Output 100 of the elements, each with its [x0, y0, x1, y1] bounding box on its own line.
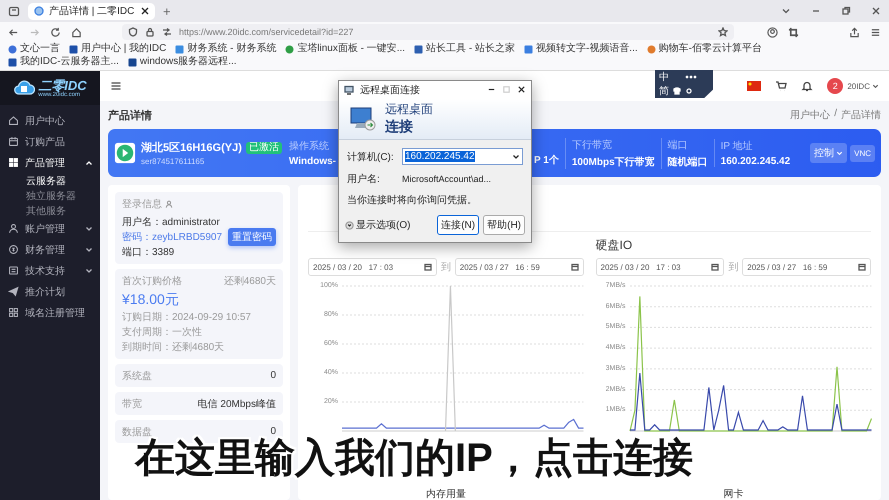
flag-icon[interactable]: [747, 81, 762, 91]
spec-label: 端口: [668, 138, 689, 152]
bookmark-icon: [69, 44, 78, 54]
user-menu[interactable]: 20IDC: [847, 82, 879, 90]
bookmark[interactable]: 站长工具 - 站长之家: [414, 43, 515, 55]
user-icon: [165, 200, 173, 208]
globe-icon: [34, 6, 44, 16]
tab-list-icon[interactable]: [8, 5, 20, 17]
order-detail: 订购日期：2024-09-29 10:57: [122, 310, 252, 324]
close-icon[interactable]: [141, 7, 149, 15]
date-field[interactable]: 2025 / 03 / 27 16 : 59: [454, 258, 584, 276]
shirt-icon[interactable]: [673, 87, 681, 95]
date-field[interactable]: 2025 / 03 / 27 16 : 59: [742, 258, 871, 276]
bookmark[interactable]: 购物车-佰零云计算平台: [646, 43, 762, 55]
bookmark[interactable]: 文心一言: [8, 43, 60, 55]
credential-text: 端口：3389: [122, 246, 176, 259]
shield-icon: [128, 27, 138, 37]
breadcrumb-link[interactable]: 用户中心: [790, 108, 830, 122]
sidebar-item[interactable]: 用户中心: [0, 110, 100, 131]
connect-button[interactable]: 连接(N): [437, 215, 480, 235]
share-icon[interactable]: [849, 26, 860, 38]
user-icon: [8, 223, 19, 234]
sidebar-item[interactable]: 技术支持: [0, 260, 100, 281]
back-icon[interactable]: [8, 26, 19, 38]
close-icon[interactable]: [517, 85, 526, 94]
chart-caption: 内存用量: [424, 488, 467, 500]
show-options-toggle[interactable]: 显示选项(O): [345, 218, 434, 232]
sidebar-item[interactable]: 财务管理: [0, 239, 100, 260]
spec-value: P 1个: [534, 154, 559, 167]
lock-icon: [145, 27, 155, 37]
caret-icon: [872, 82, 879, 90]
star-icon[interactable]: [718, 27, 728, 37]
sidebar-item[interactable]: 订购产品: [0, 131, 100, 152]
grid-icon: [8, 157, 19, 168]
bookmark[interactable]: 我的IDC-云服务器主...: [8, 56, 119, 68]
resource-value: 电信 20Mbps峰值: [198, 398, 276, 410]
sidebar-subitem[interactable]: 其他服务: [0, 203, 100, 218]
new-tab-button[interactable]: +: [163, 4, 171, 18]
dialog-note: 当你连接时将向你询问凭据。: [347, 194, 478, 207]
breadcrumb-link[interactable]: 产品详情: [841, 108, 881, 122]
help-button[interactable]: 帮助(H): [483, 215, 525, 235]
range-separator: 到: [440, 261, 451, 274]
resource-label: 数据盘: [122, 426, 152, 438]
reload-icon[interactable]: [50, 26, 61, 38]
bookmark[interactable]: windows服务器远程...: [128, 56, 237, 68]
range-separator: 到: [728, 261, 738, 274]
address-bar[interactable]: https://www.20idc.com/servicedetail?id=227: [122, 24, 734, 40]
spec-value: Windows-: [288, 156, 336, 167]
date-field[interactable]: 2025 / 03 / 20 17 : 03: [596, 258, 724, 276]
close-icon[interactable]: [871, 6, 881, 16]
send-icon: [8, 286, 19, 297]
dialog-heading: 远程桌面: [385, 101, 433, 118]
order-detail: 支付周期：一次性: [122, 326, 203, 339]
input-mode[interactable]: 中: [659, 70, 669, 84]
coin-icon: [8, 244, 19, 255]
order-detail: 到期时间：还剩4680天: [122, 340, 226, 354]
sidebar-item[interactable]: 产品管理: [0, 152, 100, 173]
logo-text: 二零IDC: [38, 78, 87, 92]
reset-password-button[interactable]: 重置密码: [228, 228, 276, 246]
sidebar-subitem[interactable]: 独立服务器: [0, 188, 100, 203]
restore-icon[interactable]: [841, 6, 851, 16]
bookmark[interactable]: 用户中心 | 我的IDC: [69, 43, 166, 55]
menu-icon[interactable]: [110, 80, 122, 92]
server-name: 湖北5区16H16G(YJ): [141, 140, 242, 155]
play-icon[interactable]: [114, 142, 136, 164]
avatar[interactable]: 2: [827, 78, 844, 94]
bookmark[interactable]: 财务系统 - 财务系统: [175, 43, 276, 55]
bell-icon[interactable]: [801, 80, 814, 92]
control-dropdown[interactable]: 控制: [810, 143, 848, 163]
remaining-days: 还剩4680天: [224, 274, 276, 288]
bookmark[interactable]: 宝塔linux面板 - 一键安...: [285, 43, 406, 55]
credential-text: 密码：zeybLRBD5907: [122, 230, 224, 244]
sidebar-item[interactable]: 域名注册管理: [0, 302, 100, 323]
chevron-down-icon[interactable]: [781, 6, 791, 16]
crop-icon[interactable]: [788, 26, 799, 38]
computer-field[interactable]: 160.202.245.42: [402, 148, 523, 165]
bookmark-icon: [524, 44, 533, 54]
document-icon: [8, 265, 19, 276]
cloud-logo-icon: [13, 79, 36, 97]
bookmark[interactable]: 视频转文字-视频语音...: [524, 43, 638, 55]
chart-title: 硬盘IO: [596, 236, 632, 254]
menu-icon[interactable]: [870, 26, 881, 38]
sidebar-subitem[interactable]: 云服务器: [0, 173, 100, 188]
date-field[interactable]: 2025 / 03 / 20 17 : 03: [308, 258, 437, 276]
account-icon[interactable]: [767, 26, 778, 38]
browser-tab[interactable]: 产品详情 | 二零IDC: [28, 2, 155, 20]
spec-label: 下行带宽: [572, 138, 613, 152]
script-mode[interactable]: 简: [659, 84, 669, 98]
bookmark-icon: [646, 44, 656, 54]
user-value: MicrosoftAccount\ad...: [402, 174, 492, 184]
home-icon[interactable]: [71, 26, 82, 38]
field-label: 计算机(C):: [347, 150, 395, 164]
bookmark-icon: [128, 58, 137, 66]
remote-desktop-icon: [344, 84, 354, 94]
spec-label: IP 地址: [720, 140, 754, 153]
dropdown-icon[interactable]: [512, 152, 520, 160]
vnc-button[interactable]: VNC: [850, 144, 875, 162]
sidebar-item[interactable]: 账户管理: [0, 218, 100, 239]
chart-caption: 网卡: [722, 488, 744, 500]
sidebar-item[interactable]: 推介计划: [0, 281, 100, 302]
